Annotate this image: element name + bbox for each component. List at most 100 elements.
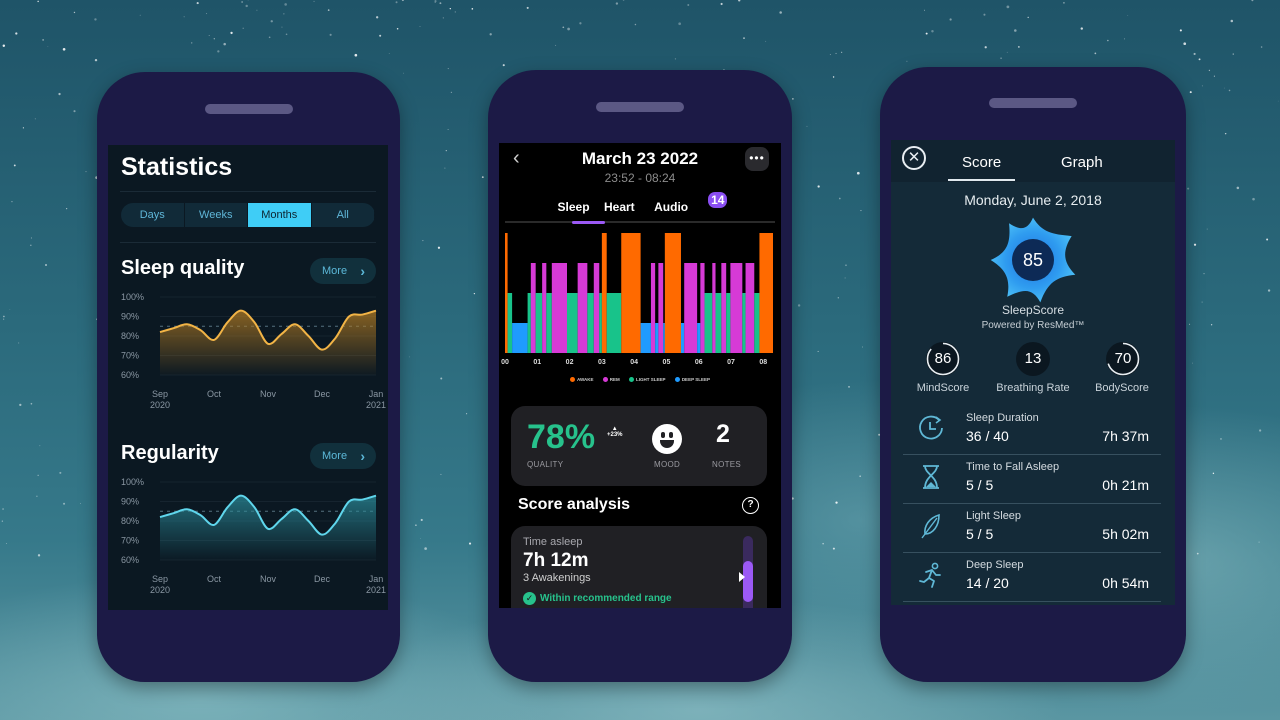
stage-bar-light — [715, 293, 722, 353]
tab-heart[interactable]: Heart — [604, 200, 635, 214]
regularity-more-button[interactable]: More › — [310, 443, 376, 469]
legend-light-sleep: LIGHT SLEEP — [629, 377, 666, 383]
star — [63, 502, 66, 505]
y-tick-label: 100% — [121, 292, 144, 302]
segment-weeks[interactable]: Weeks — [185, 203, 248, 227]
star — [743, 37, 745, 40]
page-title: Statistics — [121, 153, 233, 181]
more-label: More — [322, 450, 348, 462]
score-date: Monday, June 2, 2018 — [964, 192, 1102, 208]
x-tick-label: 02 — [566, 359, 574, 366]
star — [447, 68, 449, 70]
star — [832, 76, 835, 78]
metric-duration: 0h 21m — [1102, 477, 1149, 493]
star — [449, 7, 451, 10]
star — [58, 92, 61, 96]
notes-label: NOTES — [712, 460, 742, 469]
breathing-rate-value: 13 — [1024, 350, 1042, 367]
breathing-rate-badge[interactable]: 13 — [1016, 342, 1050, 376]
star — [439, 2, 442, 5]
star — [1, 520, 4, 522]
segment-days[interactable]: Days — [121, 203, 185, 227]
star — [47, 45, 49, 47]
stage-bar-light — [726, 293, 731, 353]
tab-graph[interactable]: Graph — [1061, 154, 1103, 171]
star — [94, 18, 97, 21]
star — [30, 237, 32, 239]
stage-bar-rem — [684, 263, 698, 353]
phone-speaker — [204, 104, 293, 114]
segment-months[interactable]: Months — [248, 203, 312, 227]
stage-bar-rem — [700, 263, 705, 353]
star — [437, 246, 441, 249]
stage-bar-deep — [512, 323, 528, 353]
sleep-quality-more-button[interactable]: More › — [310, 258, 376, 284]
stage-bar-light — [566, 293, 578, 353]
star — [59, 471, 62, 474]
tab-score[interactable]: Score — [962, 154, 1001, 171]
quality-delta-value: +23% — [607, 432, 623, 438]
star — [822, 542, 824, 545]
divider — [120, 191, 376, 192]
quality-summary-card[interactable]: 78% ▲ +23% QUALITY MOOD 2 NOTES — [511, 406, 767, 486]
metric-row-deep-sleep[interactable]: Deep Sleep 14 / 20 0h 54m — [903, 553, 1161, 602]
happy-face-icon[interactable] — [652, 424, 682, 454]
tab-sleep[interactable]: Sleep — [558, 200, 590, 214]
stage-bar-light — [606, 293, 622, 353]
time-asleep-card[interactable]: Time asleep 7h 12m 3 Awakenings ✓ Within … — [511, 526, 767, 608]
stage-bar-rem — [530, 263, 536, 353]
stage-bar-deep — [655, 323, 659, 353]
legend-deep-sleep: DEEP SLEEP — [674, 377, 710, 383]
star — [555, 44, 557, 46]
y-tick-label: 100% — [121, 477, 144, 487]
star — [473, 292, 476, 295]
star — [85, 171, 87, 173]
tab-audio[interactable]: Audio 14 — [649, 192, 728, 215]
bodyscore-ring[interactable]: 70 — [1106, 342, 1140, 376]
stage-bar-rem — [745, 263, 755, 353]
star — [73, 110, 76, 113]
feather-icon — [921, 513, 940, 539]
metric-row-sleep-duration[interactable]: Sleep Duration 36 / 40 7h 37m — [903, 406, 1161, 455]
star — [1006, 5, 1010, 9]
star — [354, 53, 358, 57]
star — [720, 2, 723, 6]
star — [1094, 52, 1097, 55]
stage-bar-deep — [697, 323, 701, 353]
legend-dot — [602, 377, 608, 383]
star — [1267, 289, 1271, 292]
audio-count-badge: 14 — [708, 192, 728, 208]
metric-score: 14 / 20 — [966, 575, 1009, 591]
stage-bar-light — [599, 293, 602, 353]
x-tick-label: Sep — [152, 389, 168, 399]
stage-bar-light — [535, 293, 543, 353]
star — [925, 32, 928, 35]
score-header: ✕ Score Graph — [891, 140, 1175, 182]
range-status-text: Within recommended range — [540, 593, 672, 604]
stage-bar-awake — [621, 233, 641, 353]
detail-tabs: Sleep Heart Audio 14 — [499, 192, 781, 216]
star — [2, 44, 6, 48]
star — [841, 51, 843, 53]
close-icon[interactable]: ✕ — [902, 146, 926, 170]
mindscore-ring[interactable]: 86 — [926, 342, 960, 376]
star — [419, 25, 421, 27]
star — [434, 0, 437, 3]
metric-row-time-to-fall-asleep[interactable]: Time to Fall Asleep 5 / 5 0h 21m — [903, 455, 1161, 504]
x-tick-label: Dec — [314, 389, 331, 399]
help-icon[interactable]: ? — [742, 497, 759, 514]
more-options-icon[interactable]: ••• — [745, 147, 769, 171]
chevron-right-icon: › — [360, 263, 365, 279]
clock-icon — [919, 415, 943, 440]
star — [845, 264, 847, 267]
y-tick-label: 70% — [121, 536, 139, 546]
hourglass-icon — [923, 465, 939, 489]
star — [1006, 51, 1008, 53]
star — [270, 20, 273, 23]
segment-all[interactable]: All — [312, 203, 375, 227]
metric-row-light-sleep[interactable]: Light Sleep 5 / 5 5h 02m — [903, 504, 1161, 553]
time-asleep-label: Time asleep — [523, 536, 583, 548]
star — [30, 244, 32, 246]
legend-awake: AWAKE — [569, 377, 594, 383]
star — [6, 543, 7, 545]
